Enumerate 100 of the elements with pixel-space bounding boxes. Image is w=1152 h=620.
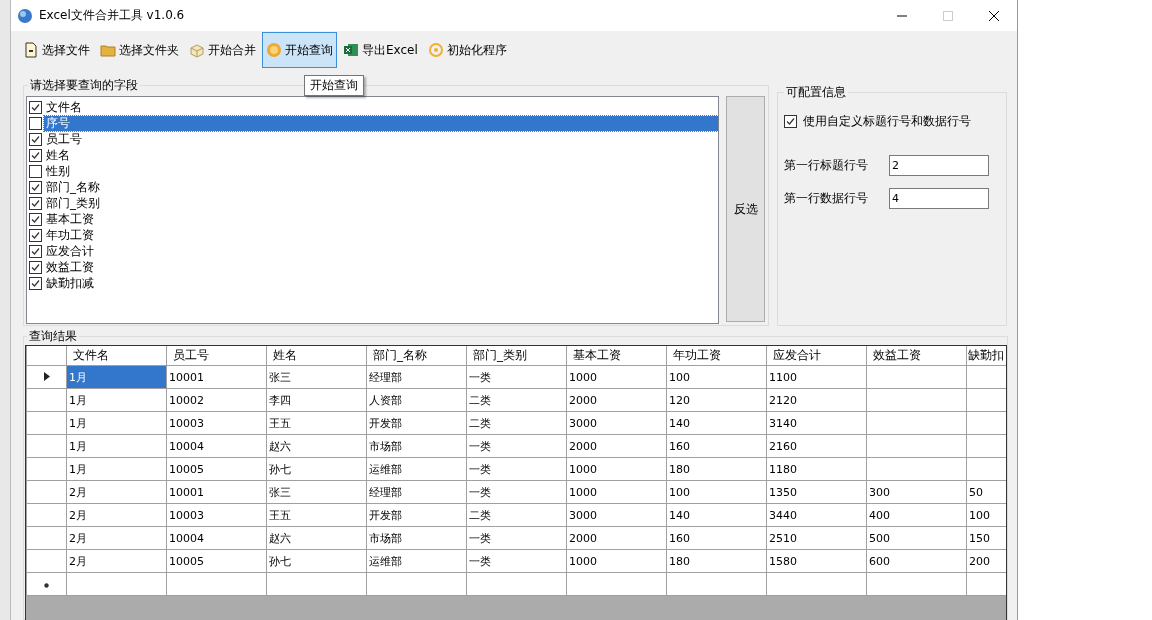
table-cell: 10001 bbox=[166, 480, 267, 504]
table-cell: 300 bbox=[866, 480, 967, 504]
table-cell: 经理部 bbox=[366, 365, 467, 389]
table-cell: 10001 bbox=[166, 365, 267, 389]
table-cell: 1000 bbox=[566, 365, 667, 389]
table-cell: 400 bbox=[866, 503, 967, 527]
table-cell: 10005 bbox=[166, 457, 267, 481]
input-field[interactable]: 2 bbox=[889, 155, 989, 176]
box-icon bbox=[189, 42, 205, 58]
table-cell: 10004 bbox=[166, 434, 267, 458]
checkbox[interactable] bbox=[29, 196, 42, 210]
table-cell: 180 bbox=[666, 457, 767, 481]
table-cell: 1月 bbox=[66, 434, 167, 458]
table-cell: 2000 bbox=[566, 434, 667, 458]
table-cell: 2000 bbox=[566, 388, 667, 412]
table-cell: 赵六 bbox=[266, 434, 367, 458]
globe-icon bbox=[17, 7, 33, 24]
table-cell: 2120 bbox=[766, 388, 867, 412]
group-title: 查询结果 bbox=[28, 328, 78, 345]
toolbar-button[interactable]: 初始化程序 bbox=[423, 32, 511, 68]
table-cell: 经理部 bbox=[366, 480, 467, 504]
table-cell: 1580 bbox=[766, 549, 867, 573]
toolbar-button[interactable]: 选择文件夹 bbox=[96, 32, 183, 68]
list-item[interactable]: 基本工资 bbox=[44, 211, 96, 227]
tooltip: 开始查询 bbox=[304, 75, 364, 96]
table-cell: 市场部 bbox=[366, 526, 467, 550]
toolbar-button[interactable]: 导出Excel bbox=[339, 32, 422, 68]
checkbox[interactable] bbox=[29, 164, 42, 178]
list-item[interactable]: 部门_名称 bbox=[44, 179, 102, 195]
list-item[interactable]: 应发合计 bbox=[44, 243, 96, 259]
column-header[interactable]: 年功工资 bbox=[666, 346, 767, 366]
checkbox[interactable] bbox=[29, 244, 42, 258]
input-field[interactable]: 4 bbox=[889, 188, 989, 209]
minimize-icon bbox=[897, 15, 907, 16]
close-icon bbox=[989, 10, 999, 21]
checkbox[interactable] bbox=[29, 180, 42, 194]
table-cell: 10004 bbox=[166, 526, 267, 550]
list-item[interactable]: 序号 bbox=[44, 115, 718, 131]
checkbox[interactable] bbox=[29, 148, 42, 162]
table-cell: 3440 bbox=[766, 503, 867, 527]
list-item[interactable]: 年功工资 bbox=[44, 227, 96, 243]
table-cell: 赵六 bbox=[266, 526, 367, 550]
list-item[interactable]: 文件名 bbox=[44, 99, 84, 115]
column-header[interactable]: 文件名 bbox=[66, 346, 167, 366]
column-header[interactable]: 基本工资 bbox=[566, 346, 667, 366]
column-header[interactable]: 效益工资 bbox=[866, 346, 967, 366]
table-cell: 100 bbox=[666, 480, 767, 504]
table-cell: 1000 bbox=[566, 457, 667, 481]
column-header[interactable]: 应发合计 bbox=[766, 346, 867, 366]
checkbox[interactable] bbox=[784, 115, 797, 128]
checkbox[interactable] bbox=[29, 116, 42, 130]
table-cell: 100 bbox=[666, 365, 767, 389]
table-cell: 1000 bbox=[566, 480, 667, 504]
list-item[interactable]: 效益工资 bbox=[44, 259, 96, 275]
table-cell: 一类 bbox=[466, 434, 567, 458]
column-header[interactable]: 部门_类别 bbox=[466, 346, 567, 366]
table-cell: 开发部 bbox=[366, 503, 467, 527]
list-item[interactable]: 部门_类别 bbox=[44, 195, 102, 211]
checkbox[interactable] bbox=[29, 100, 42, 114]
excel-icon bbox=[343, 42, 359, 58]
table-cell: 运维部 bbox=[366, 457, 467, 481]
table-cell: 一类 bbox=[466, 457, 567, 481]
column-header[interactable]: 姓名 bbox=[266, 346, 367, 366]
column-header[interactable]: 缺勤扣 bbox=[966, 346, 1006, 366]
maximize-icon bbox=[943, 10, 953, 21]
toolbar-button[interactable]: 开始查询 bbox=[262, 32, 337, 68]
table-cell: 2160 bbox=[766, 434, 867, 458]
list-item[interactable]: 缺勤扣减 bbox=[44, 275, 96, 291]
list-item[interactable]: 员工号 bbox=[44, 131, 84, 147]
checkbox[interactable] bbox=[29, 212, 42, 226]
checkbox[interactable] bbox=[29, 276, 42, 290]
ring-icon bbox=[427, 42, 444, 58]
table-cell: 120 bbox=[666, 388, 767, 412]
toolbar-button[interactable]: 开始合并 bbox=[185, 32, 260, 68]
table-cell: 2月 bbox=[66, 503, 167, 527]
column-header[interactable]: 部门_名称 bbox=[366, 346, 467, 366]
table-cell: 10003 bbox=[166, 503, 267, 527]
toolbar-button[interactable]: 选择文件 bbox=[19, 32, 94, 68]
table-cell: 一类 bbox=[466, 549, 567, 573]
row-header[interactable] bbox=[26, 365, 67, 389]
table-cell: 3000 bbox=[566, 503, 667, 527]
column-header[interactable]: 员工号 bbox=[166, 346, 267, 366]
table-cell: 1350 bbox=[766, 480, 867, 504]
checkbox[interactable] bbox=[29, 228, 42, 242]
invert-button[interactable]: 反选 bbox=[726, 96, 765, 322]
table-cell: 二类 bbox=[466, 388, 567, 412]
current-row-icon bbox=[43, 371, 50, 381]
table-cell: 3140 bbox=[766, 411, 867, 435]
group-title: 请选择要查询的字段 bbox=[29, 77, 139, 94]
checkbox[interactable] bbox=[29, 260, 42, 274]
table-cell: 140 bbox=[666, 411, 767, 435]
table-cell: 一类 bbox=[466, 480, 567, 504]
list-item[interactable]: 姓名 bbox=[44, 147, 72, 163]
table-cell: 张三 bbox=[266, 480, 367, 504]
table-cell: 李四 bbox=[266, 388, 367, 412]
table-cell: 1000 bbox=[566, 549, 667, 573]
list-item[interactable]: 性别 bbox=[44, 163, 72, 179]
field-label: 第一行标题行号 bbox=[784, 157, 869, 174]
checkbox[interactable] bbox=[29, 132, 42, 146]
table-cell: 600 bbox=[866, 549, 967, 573]
